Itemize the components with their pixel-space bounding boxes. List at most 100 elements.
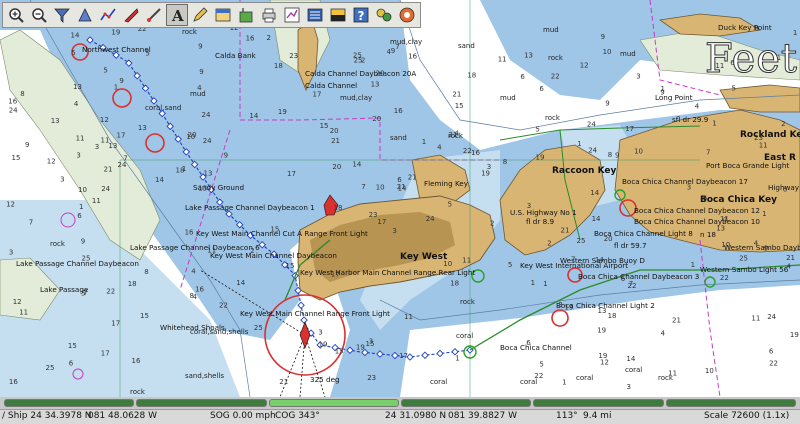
depth-sounding: 1 <box>712 120 716 128</box>
depth-sounding: 14 <box>71 32 80 40</box>
chart-scale: Scale 72600 (1.1x) <box>704 411 790 421</box>
depth-sounding: 20 <box>372 115 381 123</box>
depth-sounding: 3 <box>318 328 322 336</box>
depth-sounding: 15 <box>270 225 279 233</box>
depth-sounding: 9 <box>764 245 768 253</box>
seabed-label: rock <box>548 54 564 62</box>
seabed-label: mud <box>500 94 516 102</box>
lifebuoy-button[interactable] <box>396 4 418 26</box>
lifebuoy-icon <box>399 7 415 23</box>
depth-sounding: 22 <box>628 282 637 290</box>
funnel-icon <box>54 8 70 23</box>
depth-sounding: 21 <box>452 90 461 98</box>
chart-quilt-segment[interactable] <box>136 399 267 407</box>
track-button[interactable] <box>97 4 119 26</box>
depth-sounding: 19 <box>597 326 606 334</box>
depth-sounding: 16 <box>394 107 403 115</box>
depth-sounding: 25 <box>46 364 55 372</box>
chart-quilt-segment[interactable] <box>400 399 532 407</box>
depth-sounding: 12 <box>13 298 22 306</box>
depth-sounding: 13 <box>716 225 725 233</box>
chart-quilt-segment[interactable] <box>665 399 796 407</box>
chart-quilt-segment[interactable] <box>533 399 664 407</box>
print-button[interactable] <box>258 4 280 26</box>
measure-button[interactable] <box>143 4 165 26</box>
color-button[interactable] <box>327 4 349 26</box>
depth-sounding: 11 <box>207 247 216 255</box>
status-bar: / Ship 24 34.3978 N 081 48.0628 W SOG 0.… <box>0 409 800 424</box>
tide-button[interactable] <box>235 4 257 26</box>
depth-sounding: 1 <box>422 138 426 146</box>
pencil-button[interactable] <box>189 4 211 26</box>
label-kw-harbor: Key West Harbor Main Channel Range Rear … <box>300 268 475 277</box>
depth-sounding: 3 <box>392 227 396 235</box>
label-lake-passage-db: Lake Passage Channel Daybeacon <box>16 259 139 268</box>
color-icon <box>330 8 346 22</box>
depth-sounding: 1 <box>762 210 766 218</box>
chart-button[interactable] <box>212 4 234 26</box>
ais-button[interactable] <box>373 4 395 26</box>
depth-sounding: 17 <box>111 320 120 328</box>
depth-sounding: 20 <box>332 163 341 171</box>
seabed-label: mud,clay <box>340 94 372 102</box>
label-light-297: sfl dr 29.9 <box>672 115 709 124</box>
depth-sounding: 3 <box>9 248 13 256</box>
depth-sounding: 21 <box>104 165 113 173</box>
depth-sounding: 19 <box>356 343 365 351</box>
depth-sounding: 24 <box>426 215 435 223</box>
seabed-label: coral <box>576 374 593 382</box>
depth-sounding: 1 <box>455 355 459 363</box>
depth-sounding: 24 <box>202 111 211 119</box>
label-key-west: Key West <box>400 252 448 262</box>
depth-sounding: 6 <box>526 339 531 347</box>
track-icon <box>100 8 116 21</box>
depth-sounding: 17 <box>331 271 340 279</box>
depth-sounding: 2 <box>547 239 551 247</box>
depth-sounding: 3 <box>636 73 640 81</box>
depth-sounding: 13 <box>108 142 117 150</box>
seabed-label: rock <box>545 114 561 122</box>
depth-sounding: 19 <box>278 108 287 116</box>
depth-sounding: 3 <box>95 143 99 151</box>
depth-sounding: 3 <box>487 163 491 171</box>
depth-sounding: 5 <box>508 261 512 269</box>
zoom-in-icon <box>9 8 24 23</box>
depth-sounding: 21 <box>786 254 795 262</box>
depth-sounding: 14 <box>626 355 635 363</box>
depth-sounding: 1 <box>79 203 83 211</box>
depth-sounding: 23 <box>289 52 298 60</box>
depth-sounding: 19 <box>564 304 573 312</box>
label-boca-chica-db12: Boca Chica Channel Daybeacon 12 <box>634 206 760 215</box>
depth-sounding: 11 <box>751 315 760 323</box>
layers-button[interactable] <box>304 4 326 26</box>
depth-sounding: 10 <box>376 184 385 192</box>
depth-sounding: 8 <box>755 25 759 33</box>
label-heading: 325 deg <box>310 375 340 384</box>
ship-button[interactable] <box>120 4 142 26</box>
funnel-button[interactable] <box>51 4 73 26</box>
course-over-ground: COG 343° <box>275 411 320 421</box>
chart-quilt-segment[interactable] <box>4 399 135 407</box>
depth-sounding: 5 <box>448 200 452 208</box>
settings-button[interactable] <box>281 4 303 26</box>
help-button[interactable]: ? <box>350 4 372 26</box>
depth-sounding: 7 <box>723 216 727 224</box>
layers-icon <box>307 8 323 22</box>
nautical-chart[interactable]: Northwest Channel Calda Bank Calda Chann… <box>0 0 800 397</box>
depth-sounding: 6 <box>769 347 774 355</box>
chart-quilt-segment-active[interactable] <box>268 399 399 407</box>
label-light-597: fl dr 59.7 <box>614 241 647 250</box>
route-button[interactable] <box>74 4 96 26</box>
depth-sounding: 20 <box>330 127 339 135</box>
depth-sounding: 6 <box>539 85 544 93</box>
depth-sounding: 1 <box>691 261 695 269</box>
zoom-in-button[interactable] <box>5 4 27 26</box>
depth-sounding: 17 <box>625 125 634 133</box>
text-button[interactable]: A <box>166 4 188 26</box>
depth-sounding: 25 <box>82 255 91 263</box>
depth-sounding: 9 <box>25 141 29 149</box>
zoom-out-button[interactable] <box>28 4 50 26</box>
depth-sounding: 17 <box>117 132 126 140</box>
label-boca-chica-db3: Boca Chica Channel Daybeacon 3 <box>578 272 699 281</box>
seabed-label: rock <box>130 388 146 396</box>
